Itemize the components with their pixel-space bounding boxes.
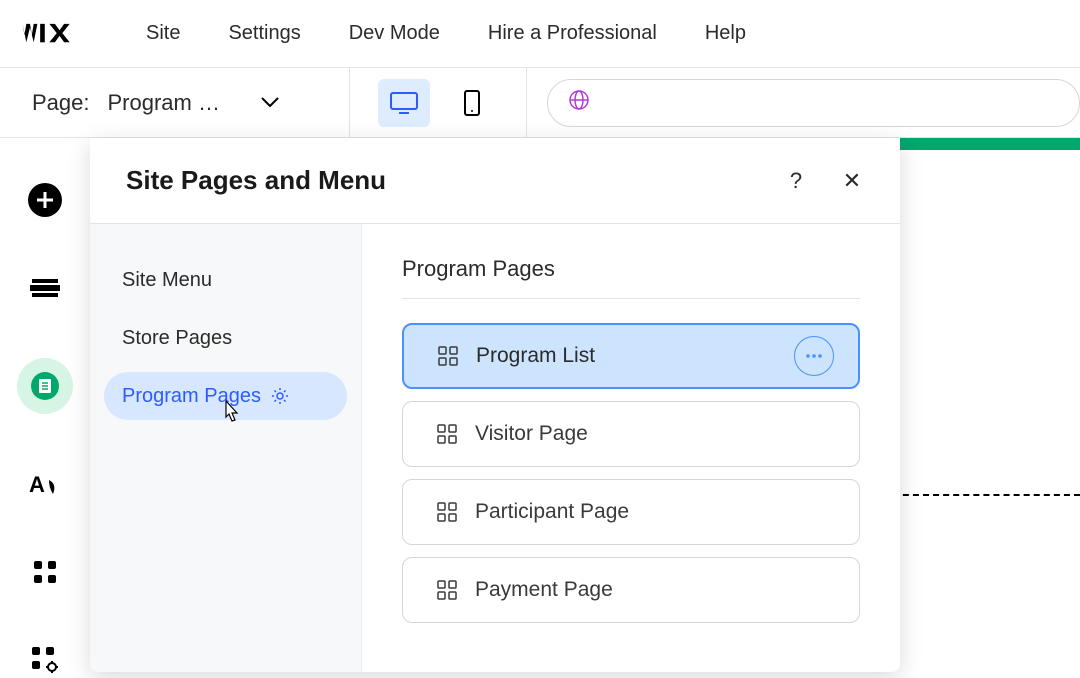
apps-button[interactable] (27, 554, 63, 590)
top-menu: Site Settings Dev Mode Hire a Profession… (146, 22, 746, 45)
close-icon[interactable]: ✕ (840, 169, 864, 193)
gear-icon[interactable] (271, 387, 289, 405)
help-icon[interactable]: ? (784, 169, 808, 193)
left-rail: A (0, 138, 90, 678)
layers-button[interactable] (27, 270, 63, 306)
current-page-name: Program … (108, 90, 220, 116)
device-switcher (350, 68, 527, 137)
app-settings-button[interactable] (27, 642, 63, 678)
page-type-icon (435, 578, 459, 602)
panel-sidebar: Site Menu Store Pages Program Pages (90, 224, 362, 672)
pages-button[interactable] (17, 358, 73, 414)
url-bar[interactable] (547, 79, 1080, 127)
page-label: Page: (32, 90, 90, 116)
sidebar-item-label: Program Pages (122, 385, 261, 408)
sidebar-item-label: Site Menu (122, 269, 212, 292)
menu-dev-mode[interactable]: Dev Mode (349, 22, 440, 45)
page-item-label: Program List (476, 344, 794, 368)
add-button[interactable] (27, 182, 63, 218)
desktop-view-button[interactable] (378, 79, 430, 127)
sidebar-item-label: Store Pages (122, 327, 232, 350)
menu-settings[interactable]: Settings (228, 22, 300, 45)
panel-main: Program Pages Program List Visitor (362, 224, 900, 672)
svg-text:A: A (29, 472, 45, 497)
page-item-label: Visitor Page (475, 422, 835, 446)
page-item-visitor-page[interactable]: Visitor Page (402, 401, 860, 467)
page-item-label: Participant Page (475, 500, 835, 524)
page-type-icon (435, 500, 459, 524)
page-item-label: Payment Page (475, 578, 835, 602)
page-type-icon (436, 344, 460, 368)
secondary-toolbar: Page: Program … (0, 68, 1080, 138)
page-type-icon (435, 422, 459, 446)
page-item-participant-page[interactable]: Participant Page (402, 479, 860, 545)
menu-hire-professional[interactable]: Hire a Professional (488, 22, 657, 45)
theme-button[interactable]: A (27, 466, 63, 502)
panel-body: Site Menu Store Pages Program Pages Prog… (90, 224, 900, 672)
page-item-payment-page[interactable]: Payment Page (402, 557, 860, 623)
top-menu-bar: Site Settings Dev Mode Hire a Profession… (0, 0, 1080, 68)
section-title: Program Pages (402, 256, 860, 282)
panel-actions: ? ✕ (784, 169, 864, 193)
site-pages-panel: Site Pages and Menu ? ✕ Site Menu Store … (90, 138, 900, 672)
sidebar-item-program-pages[interactable]: Program Pages (104, 372, 347, 420)
section-divider (402, 298, 860, 299)
mobile-view-button[interactable] (446, 79, 498, 127)
menu-site[interactable]: Site (146, 22, 180, 45)
panel-header: Site Pages and Menu ? ✕ (90, 138, 900, 224)
more-options-button[interactable] (794, 336, 834, 376)
globe-icon (568, 89, 590, 116)
chevron-down-icon[interactable] (252, 85, 288, 121)
page-selector[interactable]: Page: Program … (0, 68, 350, 137)
sidebar-item-store-pages[interactable]: Store Pages (104, 314, 347, 362)
menu-help[interactable]: Help (705, 22, 746, 45)
panel-title: Site Pages and Menu (126, 165, 386, 196)
page-list: Program List Visitor Page Participant P (402, 323, 860, 623)
sidebar-item-site-menu[interactable]: Site Menu (104, 256, 347, 304)
wix-logo[interactable] (18, 20, 90, 48)
page-item-program-list[interactable]: Program List (402, 323, 860, 389)
